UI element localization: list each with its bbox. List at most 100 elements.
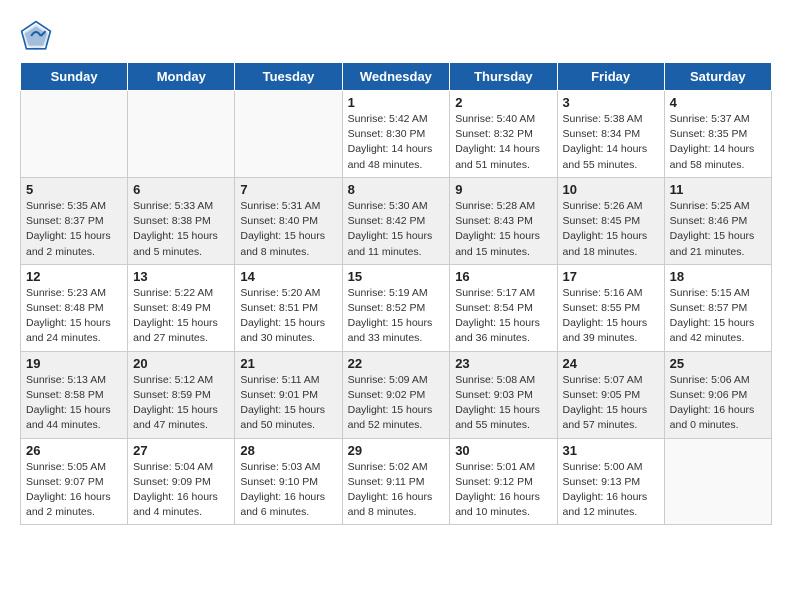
calendar-cell: 30 Sunrise: 5:01 AM Sunset: 9:12 PM Dayli…: [450, 438, 557, 525]
day-number: 21: [240, 356, 336, 371]
day-info: Sunrise: 5:11 AM Sunset: 9:01 PM Dayligh…: [240, 373, 336, 434]
calendar-cell: 15Sunrise: 5:19 AM Sunset: 8:52 PM Dayli…: [342, 264, 450, 351]
day-info: Sunrise: 5:42 AM Sunset: 8:30 PM Dayligh…: [348, 112, 445, 173]
day-info: Sunrise: 5:30 AM Sunset: 8:42 PM Dayligh…: [348, 199, 445, 260]
calendar-cell: 5 Sunrise: 5:35 AM Sunset: 8:37 PM Daylig…: [21, 177, 128, 264]
day-info: Sunrise: 5:04 AM Sunset: 9:09 PM Dayligh…: [133, 460, 229, 521]
day-info: Sunrise: 5:31 AM Sunset: 8:40 PM Dayligh…: [240, 199, 336, 260]
calendar-cell: 6 Sunrise: 5:33 AM Sunset: 8:38 PM Daylig…: [128, 177, 235, 264]
day-header-sunday: Sunday: [21, 63, 128, 91]
page-header: [20, 20, 772, 52]
day-info: Sunrise: 5:07 AM Sunset: 9:05 PM Dayligh…: [563, 373, 659, 434]
calendar-week-2: 5 Sunrise: 5:35 AM Sunset: 8:37 PM Daylig…: [21, 177, 772, 264]
day-info: Sunrise: 5:25 AM Sunset: 8:46 PM Dayligh…: [670, 199, 766, 260]
calendar-cell: 20 Sunrise: 5:12 AM Sunset: 8:59 PM Dayli…: [128, 351, 235, 438]
calendar-header-row: SundayMondayTuesdayWednesdayThursdayFrid…: [21, 63, 772, 91]
day-number: 1: [348, 95, 445, 110]
day-number: 17: [563, 269, 659, 284]
day-info: Sunrise: 5:37 AM Sunset: 8:35 PM Dayligh…: [670, 112, 766, 173]
day-number: 25: [670, 356, 766, 371]
day-info: Sunrise: 5:17 AM Sunset: 8:54 PM Dayligh…: [455, 286, 551, 347]
day-number: 26: [26, 443, 122, 458]
calendar-cell: [235, 91, 342, 178]
day-header-tuesday: Tuesday: [235, 63, 342, 91]
calendar-table: SundayMondayTuesdayWednesdayThursdayFrid…: [20, 62, 772, 525]
calendar-cell: 2Sunrise: 5:40 AM Sunset: 8:32 PM Daylig…: [450, 91, 557, 178]
day-number: 4: [670, 95, 766, 110]
day-header-thursday: Thursday: [450, 63, 557, 91]
day-info: Sunrise: 5:16 AM Sunset: 8:55 PM Dayligh…: [563, 286, 659, 347]
calendar-cell: 1 Sunrise: 5:42 AM Sunset: 8:30 PM Daylig…: [342, 91, 450, 178]
calendar-cell: 9 Sunrise: 5:28 AM Sunset: 8:43 PM Daylig…: [450, 177, 557, 264]
day-number: 7: [240, 182, 336, 197]
day-info: Sunrise: 5:26 AM Sunset: 8:45 PM Dayligh…: [563, 199, 659, 260]
calendar-cell: 26 Sunrise: 5:05 AM Sunset: 9:07 PM Dayli…: [21, 438, 128, 525]
day-info: Sunrise: 5:28 AM Sunset: 8:43 PM Dayligh…: [455, 199, 551, 260]
logo-icon: [20, 20, 52, 52]
calendar-cell: 11 Sunrise: 5:25 AM Sunset: 8:46 PM Dayli…: [664, 177, 771, 264]
day-number: 23: [455, 356, 551, 371]
day-number: 19: [26, 356, 122, 371]
day-number: 3: [563, 95, 659, 110]
calendar-cell: [128, 91, 235, 178]
calendar-week-4: 19 Sunrise: 5:13 AM Sunset: 8:58 PM Dayli…: [21, 351, 772, 438]
calendar-week-3: 12 Sunrise: 5:23 AM Sunset: 8:48 PM Dayli…: [21, 264, 772, 351]
day-number: 11: [670, 182, 766, 197]
day-number: 13: [133, 269, 229, 284]
day-number: 29: [348, 443, 445, 458]
day-header-wednesday: Wednesday: [342, 63, 450, 91]
calendar-cell: 16 Sunrise: 5:17 AM Sunset: 8:54 PM Dayli…: [450, 264, 557, 351]
day-number: 28: [240, 443, 336, 458]
day-number: 2: [455, 95, 551, 110]
day-info: Sunrise: 5:01 AM Sunset: 9:12 PM Dayligh…: [455, 460, 551, 521]
logo: [20, 20, 56, 52]
day-header-saturday: Saturday: [664, 63, 771, 91]
day-info: Sunrise: 5:13 AM Sunset: 8:58 PM Dayligh…: [26, 373, 122, 434]
calendar-cell: 27 Sunrise: 5:04 AM Sunset: 9:09 PM Dayli…: [128, 438, 235, 525]
day-info: Sunrise: 5:23 AM Sunset: 8:48 PM Dayligh…: [26, 286, 122, 347]
day-number: 20: [133, 356, 229, 371]
day-number: 6: [133, 182, 229, 197]
calendar-cell: 23 Sunrise: 5:08 AM Sunset: 9:03 PM Dayli…: [450, 351, 557, 438]
day-number: 31: [563, 443, 659, 458]
day-info: Sunrise: 5:09 AM Sunset: 9:02 PM Dayligh…: [348, 373, 445, 434]
day-number: 8: [348, 182, 445, 197]
day-number: 9: [455, 182, 551, 197]
day-info: Sunrise: 5:06 AM Sunset: 9:06 PM Dayligh…: [670, 373, 766, 434]
day-number: 27: [133, 443, 229, 458]
day-info: Sunrise: 5:03 AM Sunset: 9:10 PM Dayligh…: [240, 460, 336, 521]
day-number: 30: [455, 443, 551, 458]
calendar-cell: 18Sunrise: 5:15 AM Sunset: 8:57 PM Dayli…: [664, 264, 771, 351]
day-info: Sunrise: 5:08 AM Sunset: 9:03 PM Dayligh…: [455, 373, 551, 434]
calendar-cell: 29 Sunrise: 5:02 AM Sunset: 9:11 PM Dayli…: [342, 438, 450, 525]
day-info: Sunrise: 5:02 AM Sunset: 9:11 PM Dayligh…: [348, 460, 445, 521]
calendar-cell: 12 Sunrise: 5:23 AM Sunset: 8:48 PM Dayli…: [21, 264, 128, 351]
calendar-cell: 25 Sunrise: 5:06 AM Sunset: 9:06 PM Dayli…: [664, 351, 771, 438]
day-info: Sunrise: 5:35 AM Sunset: 8:37 PM Dayligh…: [26, 199, 122, 260]
calendar-cell: 21 Sunrise: 5:11 AM Sunset: 9:01 PM Dayli…: [235, 351, 342, 438]
day-number: 15: [348, 269, 445, 284]
calendar-cell: 3Sunrise: 5:38 AM Sunset: 8:34 PM Daylig…: [557, 91, 664, 178]
calendar-cell: 7 Sunrise: 5:31 AM Sunset: 8:40 PM Daylig…: [235, 177, 342, 264]
day-info: Sunrise: 5:22 AM Sunset: 8:49 PM Dayligh…: [133, 286, 229, 347]
day-number: 16: [455, 269, 551, 284]
calendar-cell: 4 Sunrise: 5:37 AM Sunset: 8:35 PM Daylig…: [664, 91, 771, 178]
calendar-cell: 19 Sunrise: 5:13 AM Sunset: 8:58 PM Dayli…: [21, 351, 128, 438]
day-number: 18: [670, 269, 766, 284]
day-info: Sunrise: 5:05 AM Sunset: 9:07 PM Dayligh…: [26, 460, 122, 521]
day-number: 22: [348, 356, 445, 371]
calendar-cell: 24 Sunrise: 5:07 AM Sunset: 9:05 PM Dayli…: [557, 351, 664, 438]
day-number: 12: [26, 269, 122, 284]
day-number: 14: [240, 269, 336, 284]
day-number: 10: [563, 182, 659, 197]
day-header-monday: Monday: [128, 63, 235, 91]
day-info: Sunrise: 5:00 AM Sunset: 9:13 PM Dayligh…: [563, 460, 659, 521]
calendar-cell: 31 Sunrise: 5:00 AM Sunset: 9:13 PM Dayli…: [557, 438, 664, 525]
calendar-cell: [664, 438, 771, 525]
day-info: Sunrise: 5:33 AM Sunset: 8:38 PM Dayligh…: [133, 199, 229, 260]
calendar-week-1: 1 Sunrise: 5:42 AM Sunset: 8:30 PM Daylig…: [21, 91, 772, 178]
day-number: 5: [26, 182, 122, 197]
day-number: 24: [563, 356, 659, 371]
day-info: Sunrise: 5:12 AM Sunset: 8:59 PM Dayligh…: [133, 373, 229, 434]
calendar-cell: 22 Sunrise: 5:09 AM Sunset: 9:02 PM Dayli…: [342, 351, 450, 438]
